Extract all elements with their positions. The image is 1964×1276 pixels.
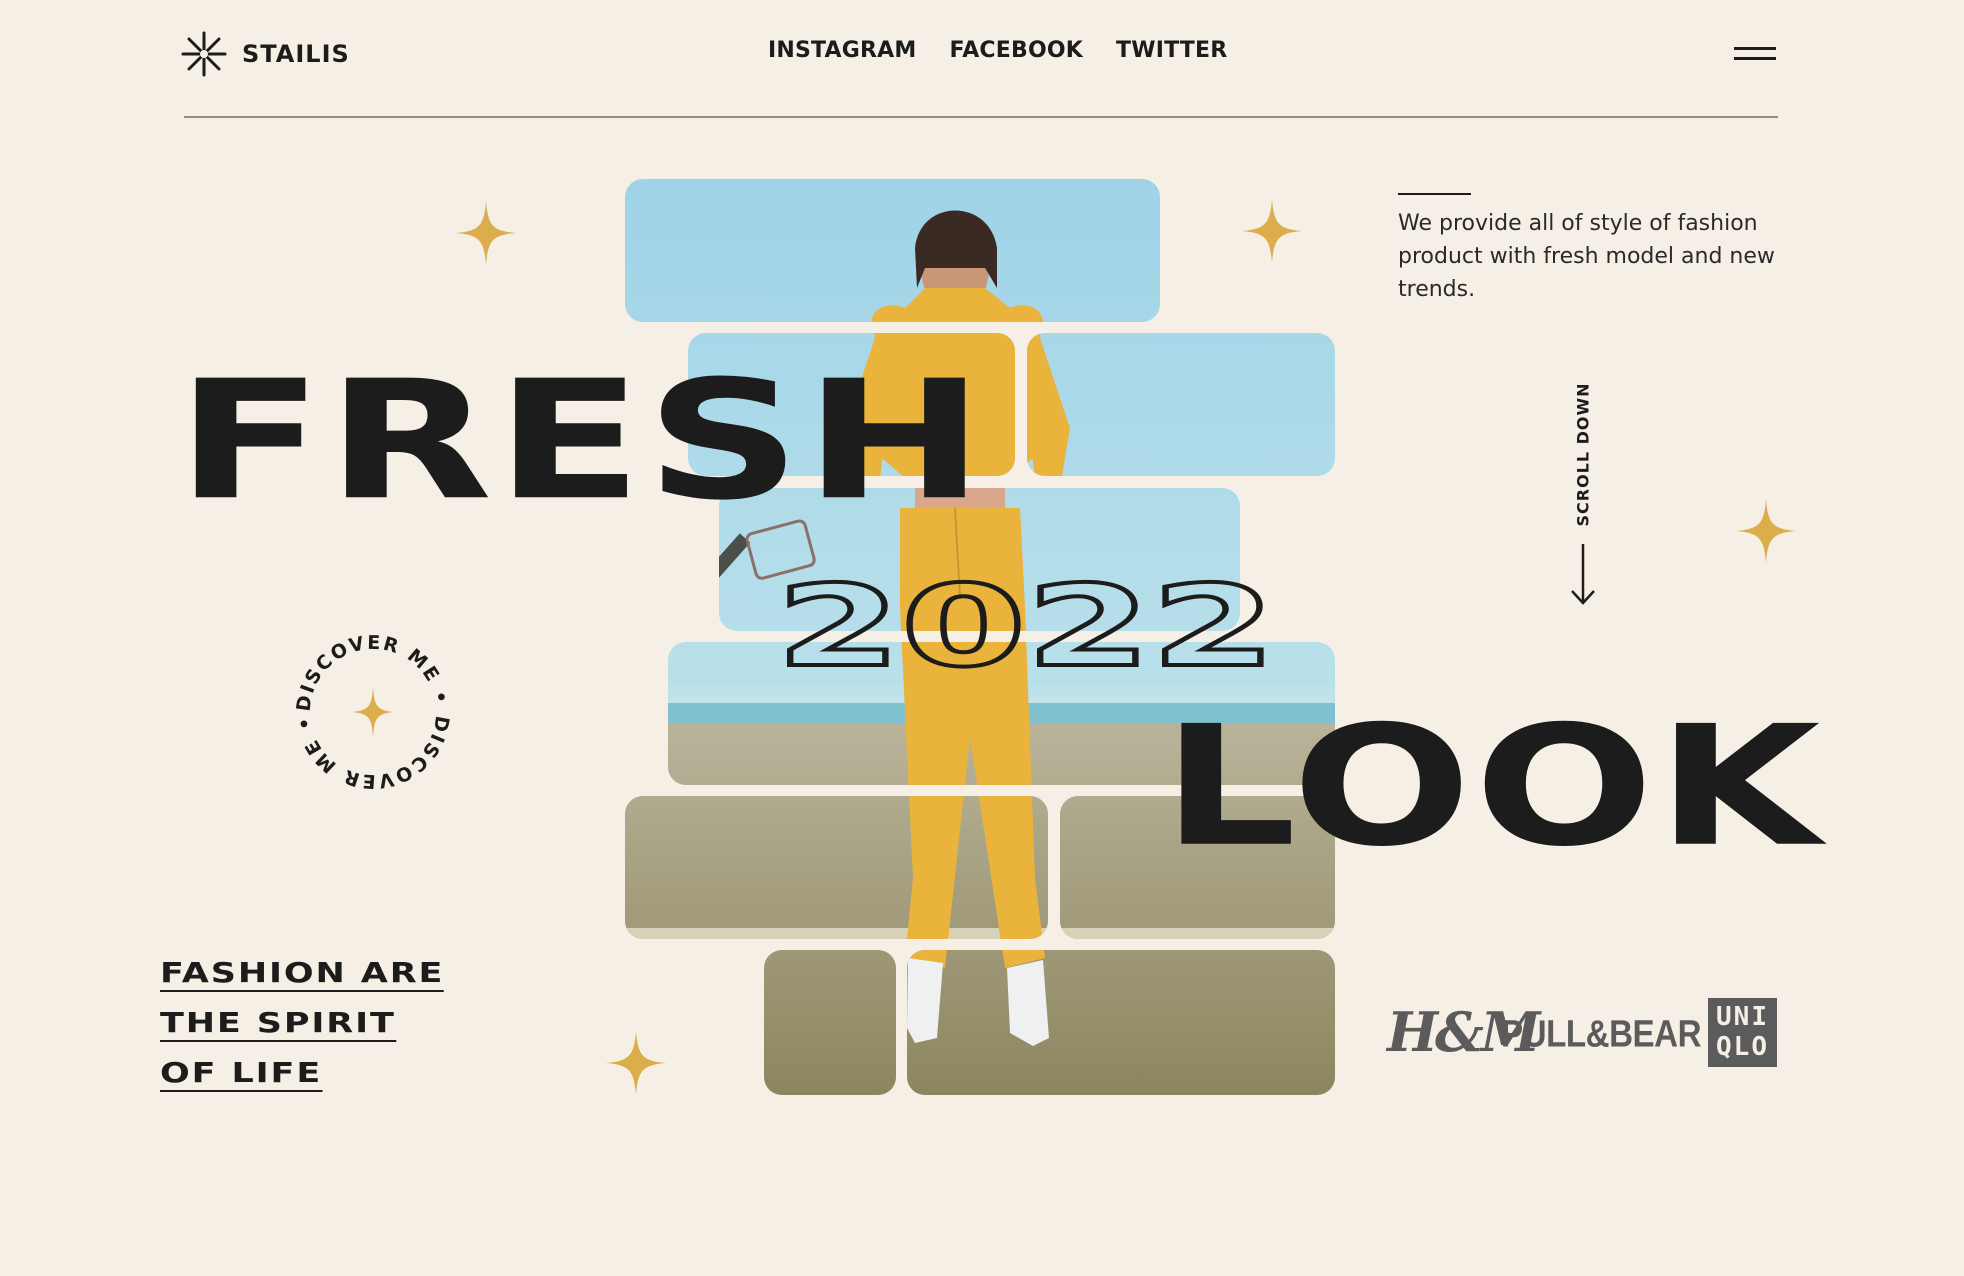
logo[interactable]: STAILIS (180, 30, 350, 78)
sparkle-icon (1242, 199, 1302, 263)
sparkle-icon (353, 686, 393, 738)
photo-tile (764, 950, 896, 1095)
tagline-line: FASHION ARE (160, 948, 445, 998)
scroll-down[interactable]: SCROLL DOWN (1568, 382, 1598, 605)
sparkle-icon (456, 201, 516, 265)
photo-tile (625, 179, 1160, 322)
arrow-down-icon (1571, 544, 1595, 605)
brand-name: STAILIS (242, 40, 350, 68)
uniqlo-line: QLO (1716, 1032, 1769, 1062)
hero-word-look: LOOK (1162, 690, 1824, 883)
asterisk-logo-icon (181, 31, 227, 77)
header-divider (184, 116, 1778, 118)
hero-description: We provide all of style of fashion produ… (1398, 211, 1775, 302)
photo-tile (907, 950, 1335, 1095)
nav-instagram[interactable]: INSTAGRAM (768, 38, 917, 63)
sparkle-icon (606, 1031, 666, 1095)
scroll-down-label: SCROLL DOWN (1573, 382, 1593, 527)
hero-word-fresh: FRESH (176, 345, 988, 537)
hero-year-outline: 2022 (774, 560, 1278, 678)
brand-logo-pullbear[interactable]: PULL&BEAR (1501, 1012, 1702, 1056)
menu-icon[interactable] (1734, 44, 1776, 62)
social-nav: INSTAGRAM FACEBOOK TWITTER (768, 38, 1227, 63)
description-rule (1398, 193, 1471, 195)
sparkle-icon (1736, 499, 1796, 563)
tagline: FASHION ARE THE SPIRIT OF LIFE (160, 948, 445, 1098)
nav-facebook[interactable]: FACEBOOK (950, 38, 1084, 63)
nav-twitter[interactable]: TWITTER (1116, 38, 1227, 63)
year-text: 2022 (776, 562, 1276, 678)
tagline-line: OF LIFE (160, 1048, 444, 1098)
uniqlo-line: UNI (1716, 1002, 1769, 1032)
photo-tile (625, 796, 1048, 939)
tagline-line: THE SPIRIT (160, 998, 444, 1048)
header: STAILIS INSTAGRAM FACEBOOK TWITTER (0, 0, 1964, 118)
photo-tile (1027, 333, 1335, 476)
discover-me-badge[interactable]: DISCOVER ME • DISCOVER ME • (293, 632, 453, 792)
brand-logo-uniqlo[interactable]: UNI QLO (1708, 998, 1777, 1067)
